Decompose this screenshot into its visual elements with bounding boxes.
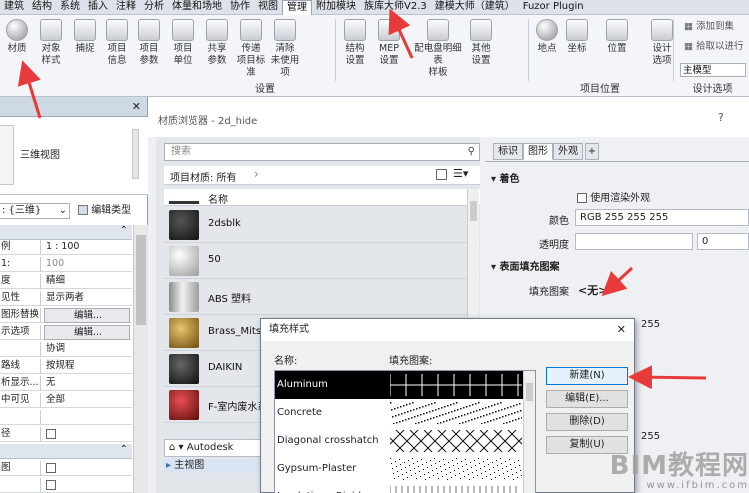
arrow-to-fill-pattern xyxy=(601,266,634,297)
arrow-to-new-button xyxy=(628,365,707,390)
arrow-to-material-button xyxy=(17,60,42,119)
watermark-url: www.ifbim.com xyxy=(646,480,749,491)
watermark-text: BIM教程网 xyxy=(609,451,749,481)
annotation-arrows xyxy=(17,8,707,390)
watermark: BIM教程网 www.ifbim.com xyxy=(575,451,749,493)
arrow-to-manage-tab xyxy=(388,8,414,59)
